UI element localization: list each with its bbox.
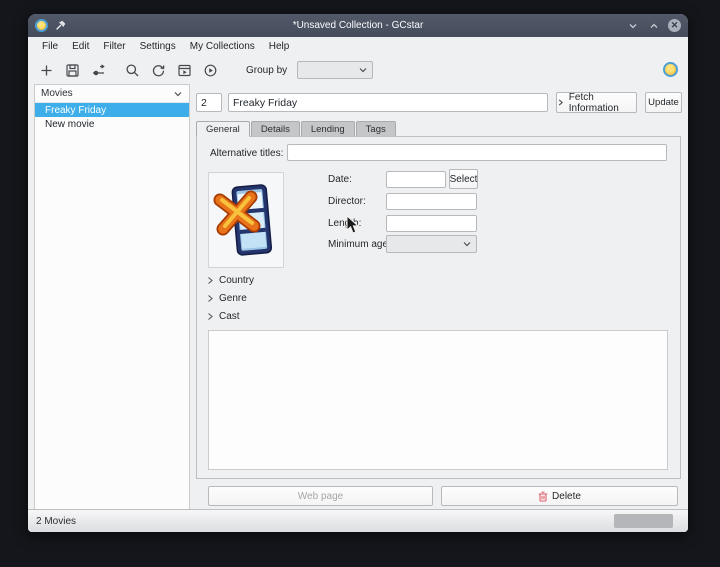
comment-textarea[interactable] [208, 330, 668, 470]
minimize-button[interactable] [626, 19, 639, 32]
chevron-right-icon [207, 312, 214, 321]
group-by-label: Group by [246, 65, 287, 76]
add-item-icon[interactable] [38, 62, 54, 78]
tab-details[interactable]: Details [251, 121, 300, 137]
sidebar-header[interactable]: Movies [35, 85, 189, 103]
fetch-information-label: Fetch Information [569, 92, 636, 114]
minimum-age-select[interactable] [386, 235, 477, 253]
update-button[interactable]: Update [645, 92, 682, 113]
minimum-age-label: Minimum age: [328, 239, 391, 250]
web-page-label: Web page [298, 491, 343, 502]
view-panel-icon[interactable] [176, 62, 192, 78]
web-page-button[interactable]: Web page [208, 486, 433, 506]
collection-sidebar: Movies Freaky Friday New movie [34, 84, 190, 510]
date-select-button[interactable]: Select [449, 169, 478, 189]
titlebar[interactable]: *Unsaved Collection - GCstar ✕ [28, 14, 688, 37]
no-cover-film-icon [213, 178, 279, 262]
gcstar-window: *Unsaved Collection - GCstar ✕ File Edit… [28, 14, 688, 532]
chevron-right-icon [207, 294, 214, 303]
desktop: *Unsaved Collection - GCstar ✕ File Edit… [0, 0, 720, 567]
gcstar-app-icon [35, 19, 48, 32]
alternative-titles-field[interactable] [287, 144, 667, 161]
genre-expander[interactable]: Genre [207, 293, 247, 304]
chevron-down-icon [173, 90, 183, 98]
tab-tags[interactable]: Tags [356, 121, 396, 137]
sidebar-header-label: Movies [41, 88, 73, 99]
menu-filter[interactable]: Filter [97, 39, 131, 54]
country-expander[interactable]: Country [207, 275, 254, 286]
delete-button[interactable]: Delete [441, 486, 678, 506]
list-item-label: New movie [45, 119, 94, 130]
item-count-label: 2 Movies [28, 516, 76, 527]
gcstar-logo-icon[interactable] [663, 62, 678, 77]
director-field[interactable] [386, 193, 477, 210]
statusbar: 2 Movies [28, 509, 688, 532]
update-label: Update [648, 97, 679, 108]
maximize-button[interactable] [647, 19, 660, 32]
item-detail-panel: Fetch Information Update General Details… [193, 84, 682, 510]
window-title: *Unsaved Collection - GCstar [28, 20, 688, 31]
menu-help[interactable]: Help [263, 39, 296, 54]
list-item-new-movie[interactable]: New movie [35, 117, 189, 131]
cast-section-label: Cast [219, 311, 240, 322]
item-title-field[interactable] [228, 93, 548, 112]
director-label: Director: [328, 196, 366, 207]
menu-my-collections[interactable]: My Collections [184, 39, 261, 54]
menu-settings[interactable]: Settings [134, 39, 182, 54]
pin-icon[interactable] [54, 19, 67, 32]
item-id-field[interactable] [196, 93, 222, 112]
progress-bar [614, 514, 673, 528]
list-item-freaky-friday[interactable]: Freaky Friday [35, 103, 189, 117]
alternative-titles-label: Alternative titles: [210, 148, 283, 159]
date-field[interactable] [386, 171, 446, 188]
menu-edit[interactable]: Edit [66, 39, 95, 54]
tab-general[interactable]: General [196, 121, 250, 137]
chevron-right-icon [557, 98, 565, 107]
tab-lending[interactable]: Lending [301, 121, 355, 137]
search-icon[interactable] [124, 62, 140, 78]
play-circle-icon[interactable] [202, 62, 218, 78]
detail-tabs: General Details Lending Tags [196, 121, 397, 137]
trash-icon [538, 491, 548, 502]
close-button[interactable]: ✕ [668, 19, 681, 32]
length-field[interactable] [386, 215, 477, 232]
fetch-information-button[interactable]: Fetch Information [556, 92, 637, 113]
group-by-select[interactable] [297, 61, 373, 79]
adjust-icon[interactable] [90, 62, 106, 78]
menubar: File Edit Filter Settings My Collections… [28, 37, 688, 56]
genre-section-label: Genre [219, 293, 247, 304]
mouse-cursor [346, 215, 360, 235]
date-label: Date: [328, 174, 352, 185]
menu-file[interactable]: File [36, 39, 64, 54]
list-item-label: Freaky Friday [45, 105, 106, 116]
cover-image-box[interactable] [208, 172, 284, 268]
chevron-right-icon [207, 276, 214, 285]
refresh-icon[interactable] [150, 62, 166, 78]
save-icon[interactable] [64, 62, 80, 78]
country-section-label: Country [219, 275, 254, 286]
cast-expander[interactable]: Cast [207, 311, 240, 322]
delete-label: Delete [552, 491, 581, 502]
toolbar: Group by [28, 56, 688, 84]
